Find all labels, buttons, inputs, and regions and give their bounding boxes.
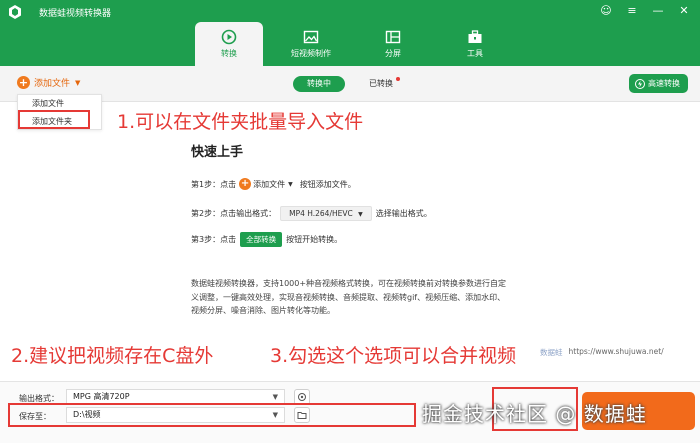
brand-name: 数据蛙 [540, 348, 563, 357]
status-tabs: 转换中 已转换 [293, 76, 407, 92]
step-2: 第2步：点击输出格式： MP4 H.264/HEVC ▼ 选择输出格式。 [191, 206, 432, 221]
step-3-prefix: 第3步：点击 [191, 235, 237, 244]
annotation-3: 3.勾选这个选项可以合并视频 [270, 345, 517, 367]
minimize-icon[interactable]: — [652, 4, 664, 17]
fast-convert-button[interactable]: 高速转换 [629, 74, 688, 93]
watermark: 掘金技术社区 @ 数据蛙 [422, 402, 647, 426]
tab-short-video[interactable]: 短视频制作 [277, 22, 345, 66]
image-icon [303, 30, 319, 44]
add-file-label: 添加文件 [34, 79, 71, 89]
tab-tools-label: 工具 [467, 49, 483, 58]
annotation-2: 2.建议把视频存在C盘外 [11, 345, 214, 367]
tab-split-screen-label: 分屏 [385, 49, 401, 58]
chevron-down-icon: ▼ [272, 393, 278, 401]
step-1: 第1步：点击 + 添加文件 ▼ 按钮添加文件。 [191, 178, 356, 190]
tab-split-screen[interactable]: 分屏 [359, 22, 427, 66]
brand-url[interactable]: https://www.shujuwa.net/ [569, 347, 664, 358]
step-1-add-file-label: 添加文件 [253, 179, 286, 189]
step-2-format-value: MP4 H.264/HEVC [289, 209, 353, 218]
menu-icon[interactable]: ≡ [626, 4, 638, 17]
product-description: 数据蛙视频转换器，支持1000+种音视频格式转换，可在视频转换前对转换参数进行自… [191, 279, 507, 315]
step-1-prefix: 第1步：点击 [191, 179, 237, 189]
settings-icon [298, 393, 306, 401]
title-bar: 数据蛙视频转换器 ☺ ≡ — ✕ 转换 短视频制作 分屏 工具 [0, 0, 700, 66]
toolbox-icon [468, 30, 482, 43]
step-2-prefix: 第2步：点击输出格式： [191, 209, 277, 218]
tab-convert-label: 转换 [221, 49, 237, 58]
chevron-down-icon: ▼ [288, 180, 293, 188]
highlight-box-save-path [8, 403, 416, 427]
notification-dot [396, 77, 400, 81]
chevron-down-icon[interactable]: ▼ [75, 79, 80, 87]
fast-convert-label: 高速转换 [648, 79, 680, 88]
feedback-icon[interactable]: ☺ [600, 4, 612, 17]
split-screen-icon [385, 30, 401, 44]
app-logo-icon [9, 5, 21, 19]
plus-icon: + [239, 178, 252, 190]
tab-converted-label: 已转换 [369, 79, 393, 88]
quick-start-title: 快速上手 [191, 145, 244, 160]
tab-converted[interactable]: 已转换 [355, 76, 407, 92]
step-3: 第3步：点击 全部转换 按钮开始转换。 [191, 232, 342, 247]
convert-icon [221, 29, 237, 45]
output-format-value: MPG 高清720P [73, 392, 130, 401]
close-icon[interactable]: ✕ [678, 4, 690, 17]
step-3-convert-all-button[interactable]: 全部转换 [240, 232, 283, 247]
plus-icon: + [17, 76, 30, 89]
window-controls: ☺ ≡ — ✕ [600, 4, 690, 17]
app-title: 数据蛙视频转换器 [39, 9, 112, 19]
tab-converting[interactable]: 转换中 [293, 76, 345, 92]
toolbar: + 添加文件 ▼ 转换中 已转换 高速转换 [0, 66, 700, 102]
lightning-icon [635, 78, 645, 89]
brand-mark: 数据蛙 https://www.shujuwa.net/ [540, 347, 664, 358]
step-3-suffix: 按钮开始转换。 [286, 235, 343, 244]
chevron-down-icon: ▼ [358, 211, 363, 218]
annotation-1: 1.可以在文件夹批量导入文件 [117, 111, 364, 133]
step-2-format-select[interactable]: MP4 H.264/HEVC ▼ [280, 206, 372, 221]
tab-tools[interactable]: 工具 [441, 22, 509, 66]
menu-item-add-file[interactable]: 添加文件 [32, 98, 64, 109]
step-2-suffix: 选择输出格式。 [375, 209, 432, 218]
add-file-button[interactable]: + 添加文件 ▼ [17, 76, 80, 89]
highlight-box-add-folder [18, 110, 90, 129]
step-1-suffix: 按钮添加文件。 [299, 179, 356, 189]
tab-convert[interactable]: 转换 [195, 22, 263, 66]
main-nav: 转换 短视频制作 分屏 工具 [195, 22, 523, 66]
tab-short-video-label: 短视频制作 [291, 49, 331, 58]
step-1-add-file-button[interactable]: + 添加文件 ▼ [239, 178, 293, 190]
